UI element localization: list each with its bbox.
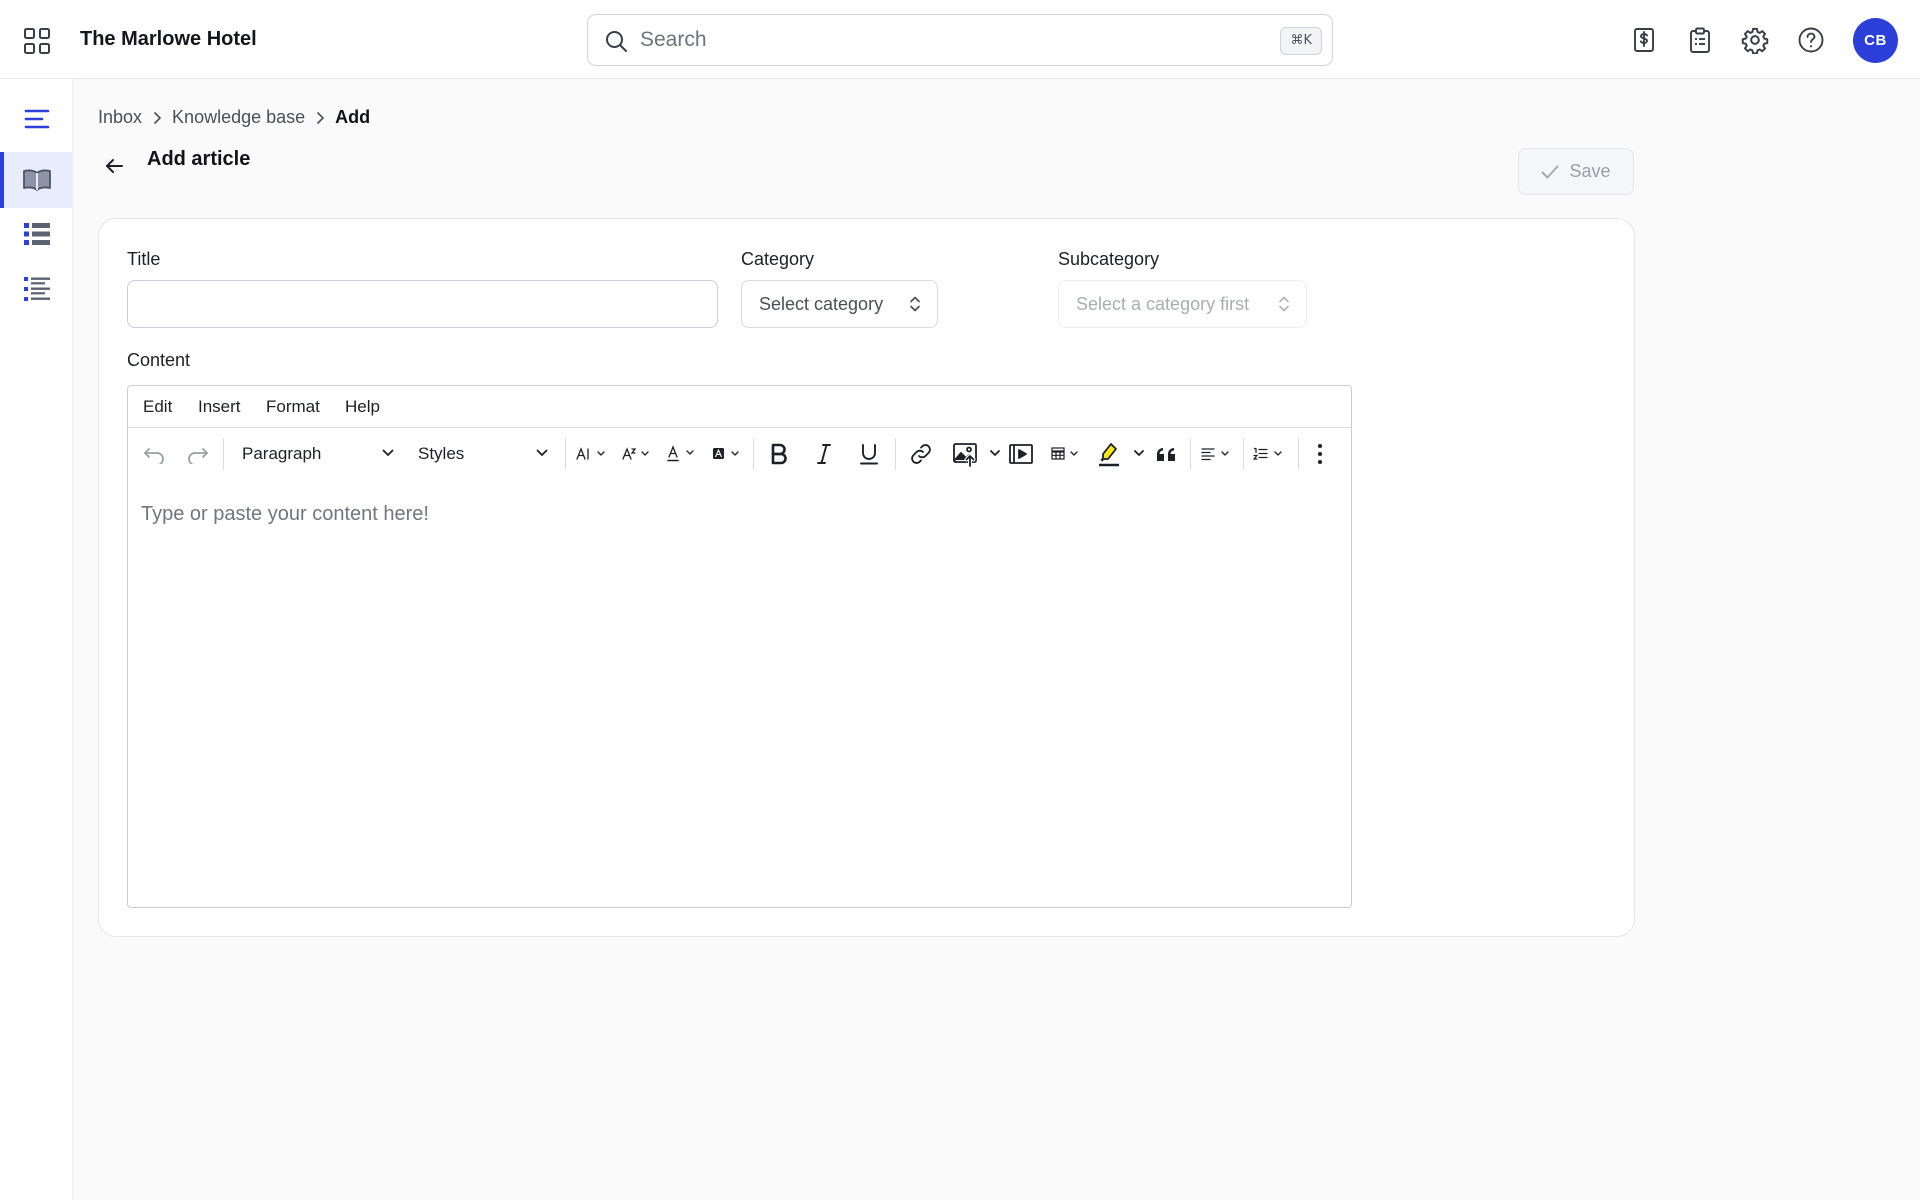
menu-format[interactable]: Format bbox=[266, 397, 320, 417]
editor-menubar: Edit Insert Format Help bbox=[128, 386, 1351, 428]
undo-icon[interactable] bbox=[140, 441, 168, 467]
save-button[interactable]: Save bbox=[1518, 148, 1634, 195]
rich-text-editor: Edit Insert Format Help Paragraph Styles bbox=[127, 385, 1352, 908]
grid-icon[interactable] bbox=[23, 27, 51, 55]
page-title: Add article bbox=[147, 148, 251, 170]
editor-toolbar: Paragraph Styles bbox=[128, 428, 1351, 480]
top-bar: The Marlowe Hotel ⌘K bbox=[0, 0, 1920, 79]
insert-image-icon[interactable] bbox=[951, 441, 1009, 467]
list-details-icon[interactable] bbox=[0, 261, 73, 317]
block-quote-icon[interactable] bbox=[1152, 441, 1182, 467]
block-format-value: Paragraph bbox=[242, 444, 322, 463]
content-label: Content bbox=[127, 350, 191, 370]
chevron-up-down-icon bbox=[909, 295, 921, 313]
gear-icon[interactable] bbox=[1741, 26, 1769, 54]
styles-value: Styles bbox=[418, 444, 465, 463]
save-button-label: Save bbox=[1569, 161, 1611, 181]
subcategory-select: Select a category first bbox=[1058, 280, 1307, 328]
font-color-icon[interactable] bbox=[666, 441, 700, 467]
help-icon[interactable] bbox=[1797, 26, 1825, 54]
chevron-down-icon bbox=[382, 449, 394, 457]
menu-help[interactable]: Help bbox=[345, 397, 380, 417]
insert-media-icon[interactable] bbox=[1006, 441, 1036, 467]
block-format-dropdown[interactable]: Paragraph bbox=[242, 441, 394, 467]
italic-icon[interactable] bbox=[809, 441, 839, 467]
category-select-value: Select category bbox=[759, 293, 884, 314]
user-avatar[interactable]: CB bbox=[1853, 18, 1898, 63]
insert-table-icon[interactable] bbox=[1050, 441, 1084, 467]
search-shortcut-badge: ⌘K bbox=[1280, 27, 1322, 55]
subcategory-select-value: Select a category first bbox=[1076, 293, 1250, 314]
check-icon bbox=[1541, 165, 1559, 179]
more-options-icon[interactable] bbox=[1308, 441, 1332, 467]
underline-icon[interactable] bbox=[854, 441, 884, 467]
bold-icon[interactable] bbox=[764, 441, 794, 467]
clipboard-icon[interactable] bbox=[1686, 26, 1714, 54]
hotel-name: The Marlowe Hotel bbox=[80, 28, 257, 50]
list-icon[interactable] bbox=[0, 206, 73, 262]
redo-icon[interactable] bbox=[184, 441, 212, 467]
chevron-right-icon bbox=[315, 111, 325, 125]
numbered-list-icon[interactable] bbox=[1252, 441, 1290, 467]
link-icon[interactable] bbox=[906, 441, 936, 467]
search-box[interactable]: ⌘K bbox=[587, 14, 1333, 66]
chevron-down-icon bbox=[536, 449, 548, 457]
chevron-right-icon bbox=[152, 111, 162, 125]
category-label: Category bbox=[741, 249, 815, 269]
styles-dropdown[interactable]: Styles bbox=[418, 441, 548, 467]
title-input[interactable] bbox=[127, 280, 718, 328]
breadcrumb-current: Add bbox=[335, 107, 371, 127]
menu-edit[interactable]: Edit bbox=[143, 397, 172, 417]
font-family-icon[interactable] bbox=[621, 441, 655, 467]
chevron-up-down-icon bbox=[1278, 295, 1290, 313]
breadcrumb-knowledge-base[interactable]: Knowledge base bbox=[172, 107, 305, 128]
menu-lines-icon[interactable] bbox=[0, 91, 73, 147]
breadcrumb-inbox[interactable]: Inbox bbox=[98, 107, 142, 128]
search-icon bbox=[604, 29, 628, 53]
font-size-icon[interactable] bbox=[575, 441, 611, 467]
category-select[interactable]: Select category bbox=[741, 280, 938, 328]
highlight-icon[interactable] bbox=[1096, 441, 1152, 467]
breadcrumb: Inbox Knowledge base Add bbox=[98, 107, 370, 128]
title-label: Title bbox=[127, 249, 161, 269]
article-form-card: Title Category Select category Subcatego… bbox=[98, 218, 1635, 937]
menu-insert[interactable]: Insert bbox=[198, 397, 241, 417]
arrow-left-icon[interactable] bbox=[102, 154, 126, 178]
search-input[interactable] bbox=[640, 23, 1240, 57]
editor-placeholder: Type or paste your content here! bbox=[141, 503, 429, 525]
subcategory-label: Subcategory bbox=[1058, 249, 1160, 269]
background-color-icon[interactable] bbox=[711, 441, 745, 467]
text-align-icon[interactable] bbox=[1200, 441, 1236, 467]
book-icon[interactable] bbox=[0, 152, 73, 208]
billing-icon[interactable] bbox=[1630, 26, 1658, 54]
editor-content-area[interactable]: Type or paste your content here! bbox=[128, 480, 1351, 907]
